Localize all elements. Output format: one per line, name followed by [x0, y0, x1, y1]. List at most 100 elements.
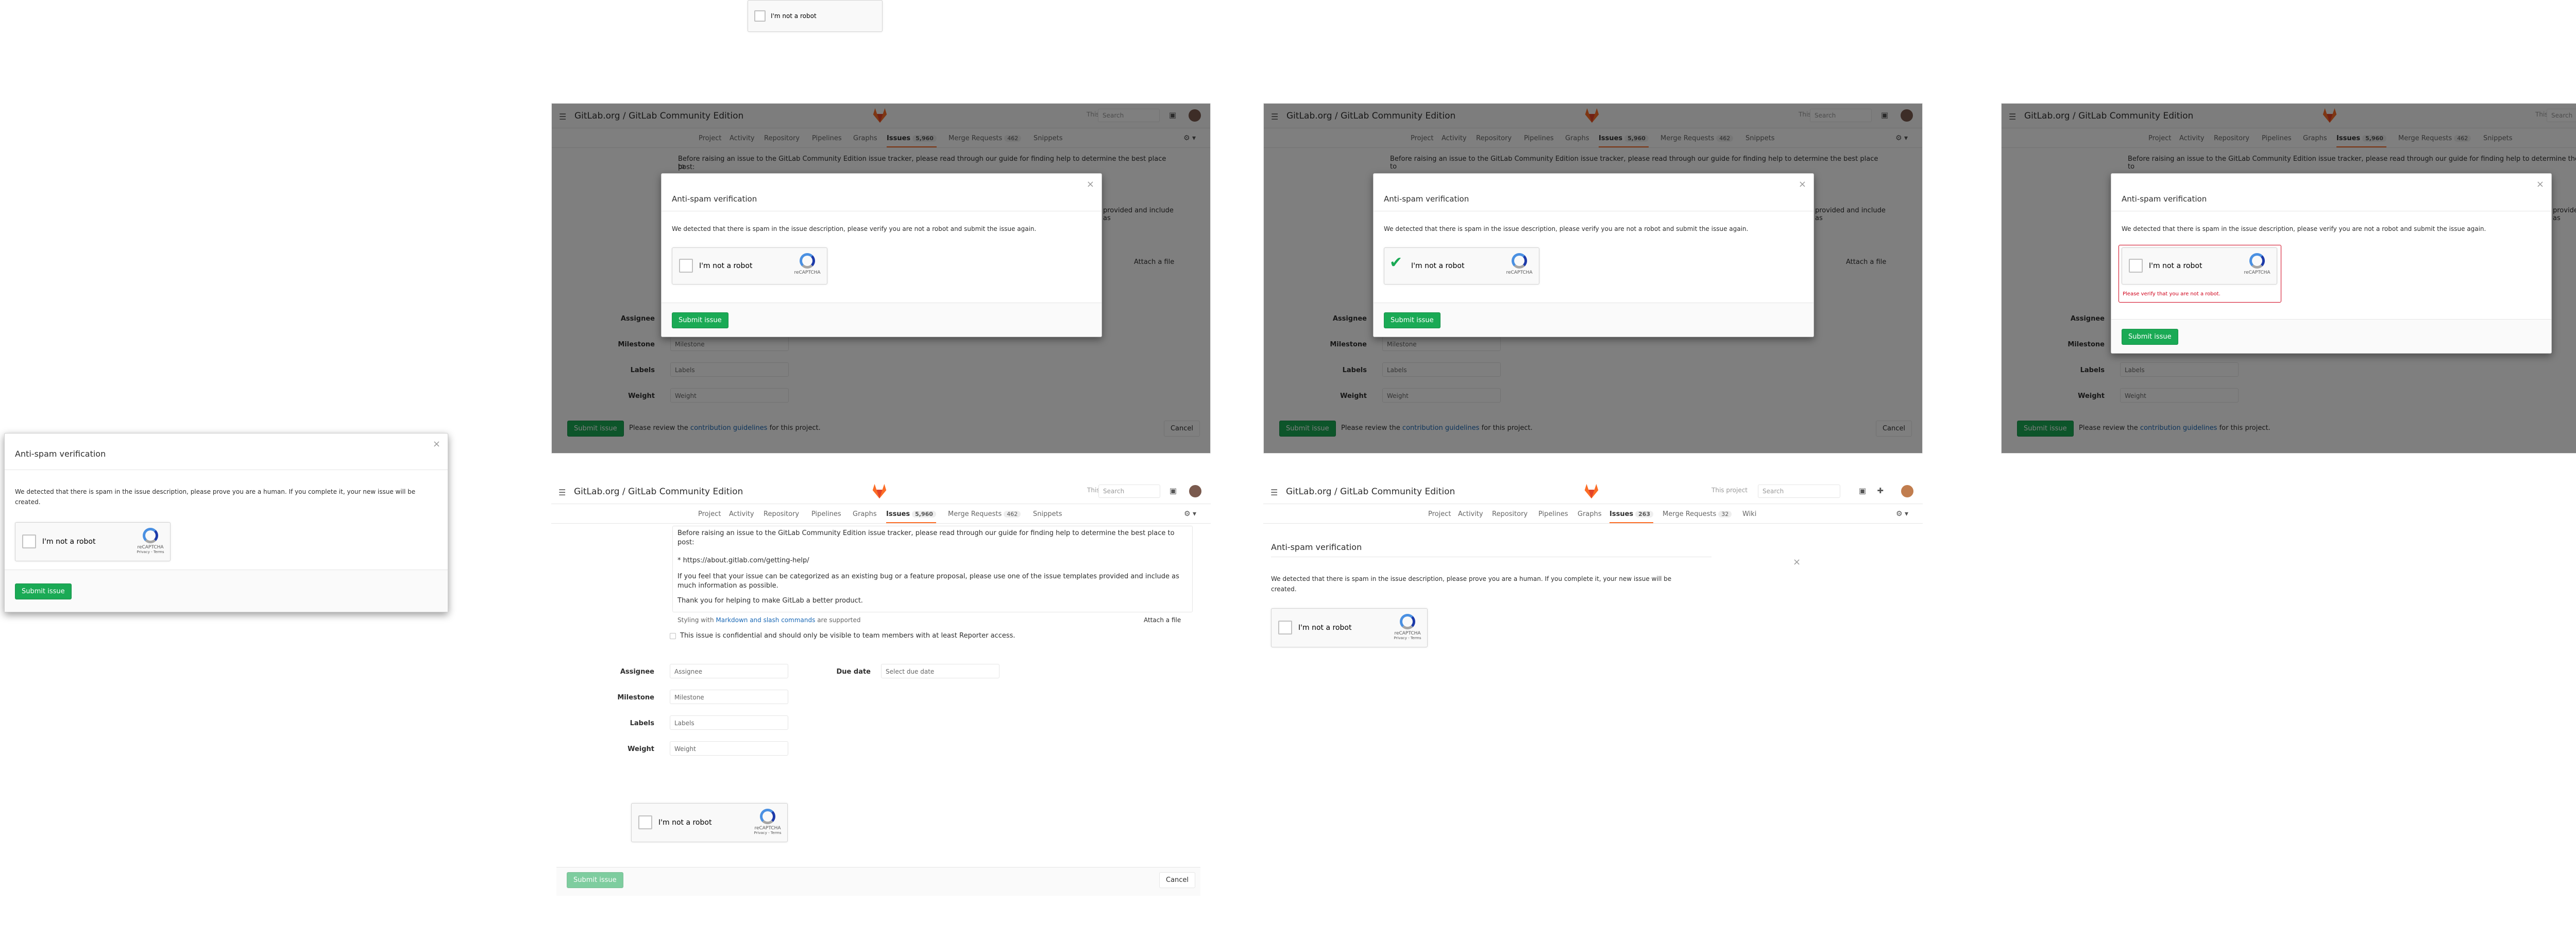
recaptcha-checkbox[interactable] — [638, 815, 652, 829]
tab-pipelines[interactable]: Pipelines — [811, 510, 841, 518]
milestone-label: Milestone — [617, 694, 654, 702]
project-title[interactable]: GitLab.org / GitLab Community Edition — [1286, 487, 1455, 497]
recaptcha-error-text: Please verify that you are not a robot. — [2123, 291, 2221, 297]
modal-description: We detected that there is spam in the is… — [15, 488, 416, 506]
avatar[interactable] — [1189, 485, 1201, 497]
project-title[interactable]: GitLab.org / GitLab Community Edition — [574, 487, 743, 497]
checkmark-icon[interactable]: ✔ — [1389, 255, 1402, 271]
submit-issue-button[interactable]: Submit issue — [2122, 329, 2178, 345]
weight-label: Weight — [628, 745, 654, 753]
recaptcha-widget: I'm not a robot reCAPTCHA — [672, 247, 827, 285]
tab-wiki[interactable]: Wiki — [1742, 510, 1756, 518]
project-subnav: Project Activity Repository Pipelines Gr… — [1263, 504, 1923, 524]
tab-project[interactable]: Project — [698, 510, 721, 518]
close-icon[interactable]: × — [1087, 179, 1094, 190]
tab-graphs[interactable]: Graphs — [1578, 510, 1602, 518]
gitlab-logo-icon[interactable] — [871, 482, 888, 500]
recaptcha-logo-icon: reCAPTCHA — [793, 253, 822, 275]
recaptcha-checkbox[interactable] — [2129, 259, 2143, 273]
tab-repository[interactable]: Repository — [1492, 510, 1528, 518]
getting-help-link: * https://about.gitlab.com/getting-help/ — [677, 557, 809, 564]
top-navbar: ☰ GitLab.org / GitLab Community Edition … — [1263, 479, 1923, 504]
weight-select[interactable]: Weight — [670, 741, 788, 756]
gitlab-logo-icon[interactable] — [1583, 482, 1600, 500]
styling-hint: Styling with Markdown and slash commands… — [677, 616, 861, 624]
attach-file-link[interactable]: Attach a file — [1144, 616, 1195, 624]
tab-issues[interactable]: Issues 263 — [1609, 510, 1654, 523]
recaptcha-widget: I'm not a robot reCAPTCHA Privacy - Terms — [15, 522, 171, 561]
recaptcha-checkbox[interactable] — [754, 10, 766, 22]
tab-activity[interactable]: Activity — [729, 510, 754, 518]
tab-issues[interactable]: Issues5,960 — [886, 510, 936, 523]
recaptcha-logo-icon: reCAPTCHA Privacy - Terms — [136, 528, 165, 554]
recaptcha-checkbox[interactable] — [1278, 621, 1292, 635]
recaptcha-widget: I'm not a robot reCAPTCHA Privacy - Terms — [631, 803, 788, 842]
tab-pipelines[interactable]: Pipelines — [1538, 510, 1568, 518]
page-title: Anti-spam verification — [1271, 542, 1362, 552]
modal-description: We detected that there is spam in the is… — [1384, 225, 1749, 232]
recaptcha-logo-icon: reCAPTCHA Privacy - Terms — [753, 809, 782, 835]
recaptcha-logo-icon: reCAPTCHA — [1505, 253, 1534, 275]
gear-icon[interactable]: ⚙ ▾ — [1896, 510, 1908, 518]
gitlab-screen-modal-unchecked: ☰ GitLab.org / GitLab Community Edition … — [551, 103, 1211, 454]
recaptcha-logo-icon: reCAPTCHA Privacy - Terms — [1393, 614, 1422, 640]
cancel-button[interactable]: Cancel — [1159, 872, 1196, 888]
recaptcha-checkbox[interactable] — [22, 535, 36, 548]
tab-graphs[interactable]: Graphs — [853, 510, 877, 518]
tab-repository[interactable]: Repository — [764, 510, 799, 518]
modal-description: We detected that there is spam in the is… — [672, 225, 1037, 232]
tab-merge-requests[interactable]: Merge Requests 32 — [1663, 510, 1732, 518]
submit-issue-button[interactable]: Submit issue — [672, 312, 728, 328]
modal-title: Anti-spam verification — [2122, 194, 2207, 204]
modal-title: Anti-spam verification — [672, 194, 757, 204]
recaptcha-widget: I'm not a robot reCAPTCHA Privacy - Terms — [1271, 608, 1428, 647]
search-input[interactable]: Search — [1098, 485, 1160, 498]
hamburger-icon[interactable]: ☰ — [558, 488, 566, 497]
markdown-link[interactable]: Markdown and slash commands — [716, 616, 815, 624]
close-icon[interactable]: × — [1793, 557, 1801, 567]
gear-icon[interactable]: ⚙ ▾ — [1184, 510, 1196, 518]
todo-icon[interactable]: ▣ — [1859, 486, 1866, 495]
recaptcha-label: I'm not a robot — [2149, 262, 2202, 270]
todo-icon[interactable]: ▣ — [1170, 486, 1177, 495]
anti-spam-modal-standalone: × Anti-spam verification We detected tha… — [4, 433, 448, 612]
close-icon[interactable]: × — [433, 439, 440, 449]
modal-description: We detected that there is spam in the is… — [2122, 225, 2486, 232]
submit-issue-button[interactable]: Submit issue — [15, 583, 72, 599]
plus-icon[interactable]: ✚ — [1877, 486, 1884, 495]
tab-snippets[interactable]: Snippets — [1033, 510, 1062, 518]
recaptcha-widget: I'm not a robot reCAPTCHA — [2122, 247, 2277, 285]
search-input[interactable]: Search — [1758, 485, 1840, 498]
recaptcha-widget-top: I'm not a robot — [748, 0, 883, 32]
tab-project[interactable]: Project — [1428, 510, 1451, 518]
recaptcha-label: I'm not a robot — [42, 538, 96, 546]
tab-merge-requests[interactable]: Merge Requests462 — [948, 510, 1021, 518]
recaptcha-widget: ✔ I'm not a robot reCAPTCHA — [1384, 247, 1539, 285]
submit-issue-button[interactable]: Submit issue — [567, 872, 623, 888]
top-navbar: ☰ GitLab.org / GitLab Community Edition … — [551, 479, 1211, 504]
gitlab-screen-modal-checked: ☰ GitLab.org / GitLab Community Edition … — [1263, 103, 1923, 454]
close-icon[interactable]: × — [2536, 179, 2544, 190]
recaptcha-label: I'm not a robot — [658, 819, 712, 827]
modal-title: Anti-spam verification — [1384, 194, 1469, 204]
form-actions — [556, 867, 1200, 896]
recaptcha-label: I'm not a robot — [771, 12, 817, 20]
close-icon[interactable]: × — [1799, 179, 1806, 190]
due-date-input[interactable]: Select due date — [881, 664, 999, 678]
issue-template-feel: If you feel that your issue can be categ… — [677, 573, 1179, 590]
submit-issue-button[interactable]: Submit issue — [1384, 312, 1440, 328]
confidential-label: This issue is confidential and should on… — [680, 632, 1015, 640]
modal-title: Anti-spam verification — [15, 449, 106, 459]
anti-spam-modal: × Anti-spam verification We detected tha… — [1373, 173, 1814, 337]
confidential-checkbox[interactable] — [670, 633, 676, 639]
recaptcha-checkbox[interactable] — [679, 259, 693, 273]
labels-select[interactable]: Labels — [670, 715, 788, 730]
recaptcha-label: I'm not a robot — [699, 262, 753, 270]
avatar[interactable] — [1901, 485, 1913, 497]
milestone-select[interactable]: Milestone — [670, 690, 788, 704]
issue-template-intro: Before raising an issue to the GitLab Co… — [677, 529, 1175, 546]
labels-label: Labels — [630, 720, 654, 727]
search-scope: This project — [1711, 487, 1748, 494]
tab-activity[interactable]: Activity — [1458, 510, 1483, 518]
hamburger-icon[interactable]: ☰ — [1270, 488, 1278, 497]
